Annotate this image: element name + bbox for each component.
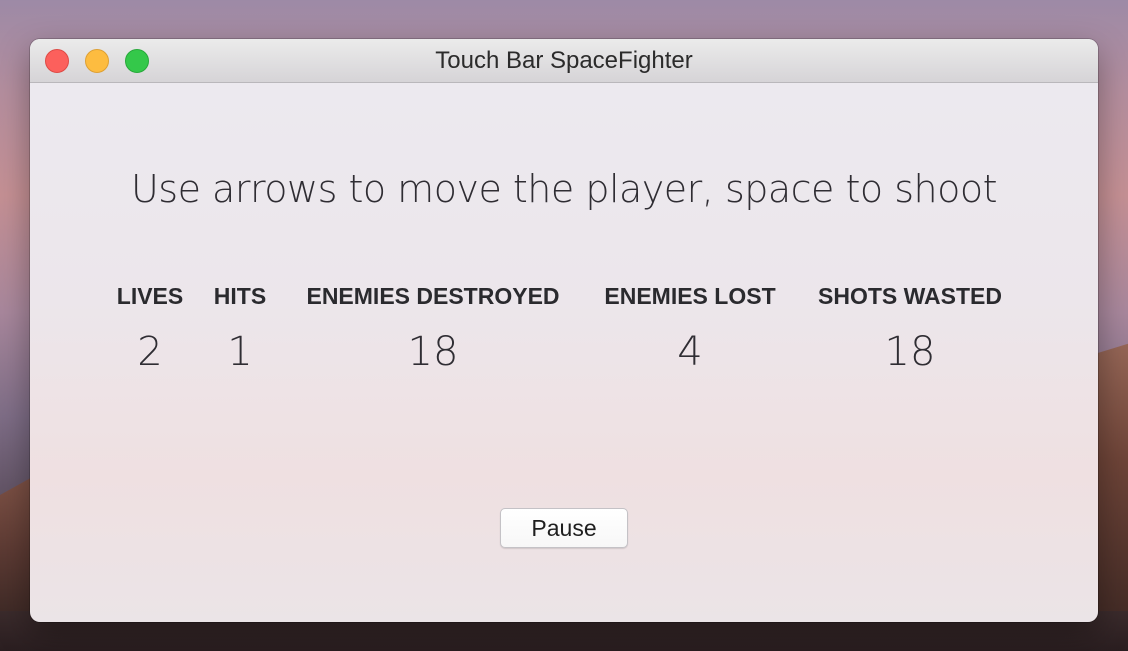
stat-shots-wasted: SHOTS WASTED 18	[818, 283, 1002, 372]
stat-enemies-lost-label: ENEMIES LOST	[604, 283, 776, 309]
stat-enemies-destroyed-label: ENEMIES DESTROYED	[306, 283, 560, 309]
game-panel: Use arrows to move the player, space to …	[30, 83, 1098, 622]
window-title: Touch Bar SpaceFighter	[435, 47, 693, 74]
title-bar[interactable]: Touch Bar SpaceFighter	[30, 39, 1098, 83]
stat-lives: LIVES 2	[117, 283, 183, 372]
stat-hits-label: HITS	[213, 283, 267, 309]
instructions-text: Use arrows to move the player, space to …	[130, 167, 998, 211]
stat-hits-value: 1	[227, 329, 253, 375]
stat-shots-wasted-label: SHOTS WASTED	[817, 283, 1003, 309]
stat-hits: HITS 1	[214, 283, 266, 372]
stat-shots-wasted-value: 18	[884, 329, 936, 375]
stat-enemies-lost: ENEMIES LOST 4	[604, 283, 775, 372]
stat-lives-value: 2	[137, 329, 163, 375]
stat-enemies-destroyed: ENEMIES DESTROYED 18	[306, 283, 559, 372]
stat-enemies-lost-value: 4	[677, 329, 703, 375]
stat-enemies-destroyed-value: 18	[407, 329, 459, 375]
app-window: Touch Bar SpaceFighter Use arrows to mov…	[30, 39, 1098, 622]
stat-lives-label: LIVES	[116, 283, 184, 309]
pause-button[interactable]: Pause	[500, 508, 628, 548]
